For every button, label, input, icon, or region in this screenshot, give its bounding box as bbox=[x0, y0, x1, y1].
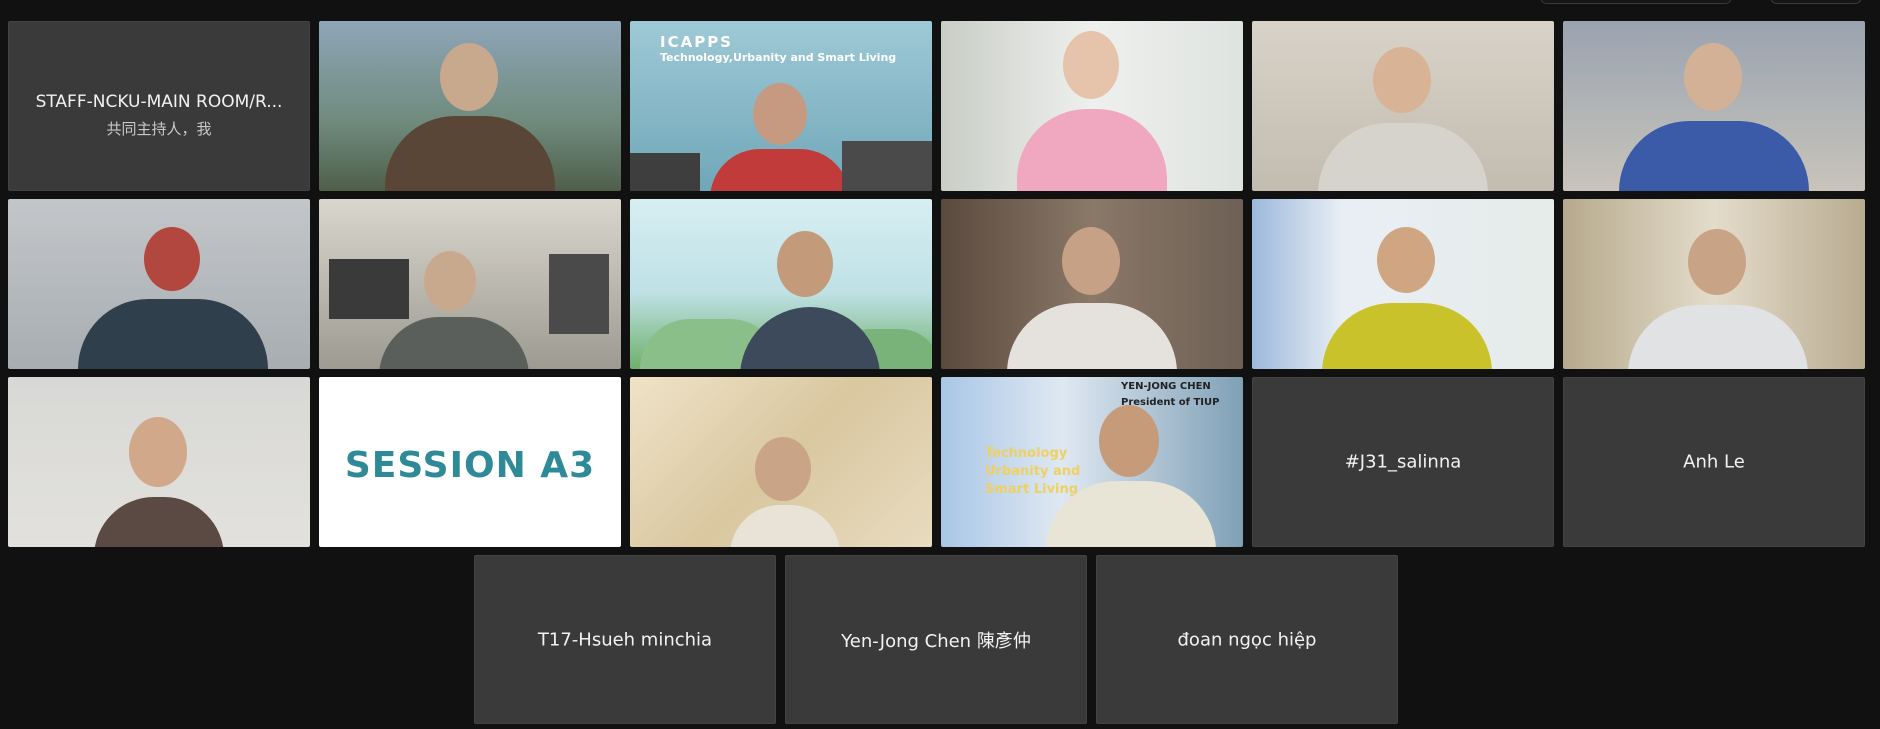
session-slide[interactable]: SESSION A3 bbox=[319, 377, 621, 547]
participant-role: 共同主持人，我 bbox=[106, 120, 212, 138]
participant-tile-j31-salinna[interactable]: #J31_salinna bbox=[1252, 377, 1554, 547]
participant-figure bbox=[440, 43, 498, 111]
poster-name: YEN-JONG CHEN bbox=[1121, 381, 1211, 392]
city-skyline bbox=[630, 153, 700, 191]
office-desk bbox=[549, 254, 609, 334]
participant-video[interactable] bbox=[319, 21, 621, 191]
participant-video[interactable] bbox=[630, 377, 932, 547]
participant-name: đoan ngọc hiệp bbox=[1177, 629, 1317, 650]
participant-video[interactable] bbox=[941, 199, 1243, 369]
icapps-title: ICAPPS bbox=[660, 33, 733, 51]
participant-figure bbox=[1684, 43, 1742, 111]
participant-video-icapps[interactable]: ICAPPS Technology,Urbanity and Smart Liv… bbox=[630, 21, 932, 191]
participant-video[interactable] bbox=[630, 199, 932, 369]
participant-figure bbox=[1322, 303, 1492, 369]
participant-name: Yen-Jong Chen 陳彥仲 bbox=[841, 630, 1031, 652]
participant-video[interactable] bbox=[941, 21, 1243, 191]
session-title: SESSION A3 bbox=[344, 445, 596, 486]
video-grid: STAFF-NCKU-MAIN ROOM/R... 共同主持人，我 ICAPPS… bbox=[0, 0, 1880, 729]
participant-figure bbox=[1628, 305, 1808, 369]
participant-figure bbox=[144, 227, 200, 291]
participant-figure bbox=[129, 417, 187, 487]
participant-tile-anh-le[interactable]: Anh Le bbox=[1563, 377, 1865, 547]
top-toolbar-pill[interactable] bbox=[1770, 0, 1862, 4]
participant-video[interactable] bbox=[1252, 199, 1554, 369]
participant-video[interactable] bbox=[8, 377, 310, 547]
poster-title: Technology Urbanity and Smart Living bbox=[985, 446, 1081, 497]
participant-figure bbox=[1007, 303, 1177, 369]
participant-figure bbox=[1063, 31, 1119, 99]
participant-figure bbox=[424, 251, 476, 311]
participant-figure bbox=[730, 505, 840, 547]
participant-figure bbox=[1688, 229, 1746, 295]
participant-figure bbox=[1619, 121, 1809, 191]
participant-name: #J31_salinna bbox=[1344, 451, 1462, 473]
participant-figure bbox=[755, 437, 811, 501]
participant-tile-doan-ngoc-hiep[interactable]: đoan ngọc hiệp bbox=[1096, 555, 1398, 724]
participant-name: STAFF-NCKU-MAIN ROOM/R... bbox=[35, 92, 283, 112]
participant-figure bbox=[1099, 405, 1159, 477]
participant-figure bbox=[1318, 123, 1488, 191]
participant-name: Anh Le bbox=[1683, 451, 1745, 473]
participant-video[interactable] bbox=[1563, 21, 1865, 191]
participant-figure bbox=[379, 317, 529, 369]
participant-video[interactable] bbox=[1252, 21, 1554, 191]
participant-figure bbox=[710, 149, 850, 191]
city-skyline bbox=[842, 141, 932, 191]
participant-figure bbox=[753, 83, 807, 145]
office-desk bbox=[329, 259, 409, 319]
participant-name: T17-Hsueh minchia bbox=[537, 629, 713, 650]
participant-figure bbox=[1062, 227, 1120, 295]
participant-figure bbox=[385, 116, 555, 191]
participant-figure bbox=[1017, 109, 1167, 191]
participant-figure bbox=[78, 299, 268, 369]
participant-figure bbox=[94, 497, 224, 547]
participant-tile-staff-ncku[interactable]: STAFF-NCKU-MAIN ROOM/R... 共同主持人，我 bbox=[8, 21, 310, 191]
participant-tile-yen-jong-chen[interactable]: Yen-Jong Chen 陳彥仲 bbox=[785, 555, 1087, 724]
participant-tile-t17-hsueh[interactable]: T17-Hsueh minchia bbox=[474, 555, 776, 724]
participant-figure bbox=[777, 231, 833, 297]
icapps-subtitle: Technology,Urbanity and Smart Living bbox=[660, 51, 897, 64]
participant-video[interactable] bbox=[8, 199, 310, 369]
participant-video[interactable] bbox=[319, 199, 621, 369]
top-toolbar-pill[interactable] bbox=[1540, 0, 1732, 4]
participant-video-poster[interactable]: YEN-JONG CHEN President of TIUP Technolo… bbox=[941, 377, 1243, 547]
participant-figure bbox=[1373, 47, 1431, 113]
participant-figure bbox=[1377, 227, 1435, 293]
participant-figure bbox=[740, 307, 880, 369]
participant-video[interactable] bbox=[1563, 199, 1865, 369]
